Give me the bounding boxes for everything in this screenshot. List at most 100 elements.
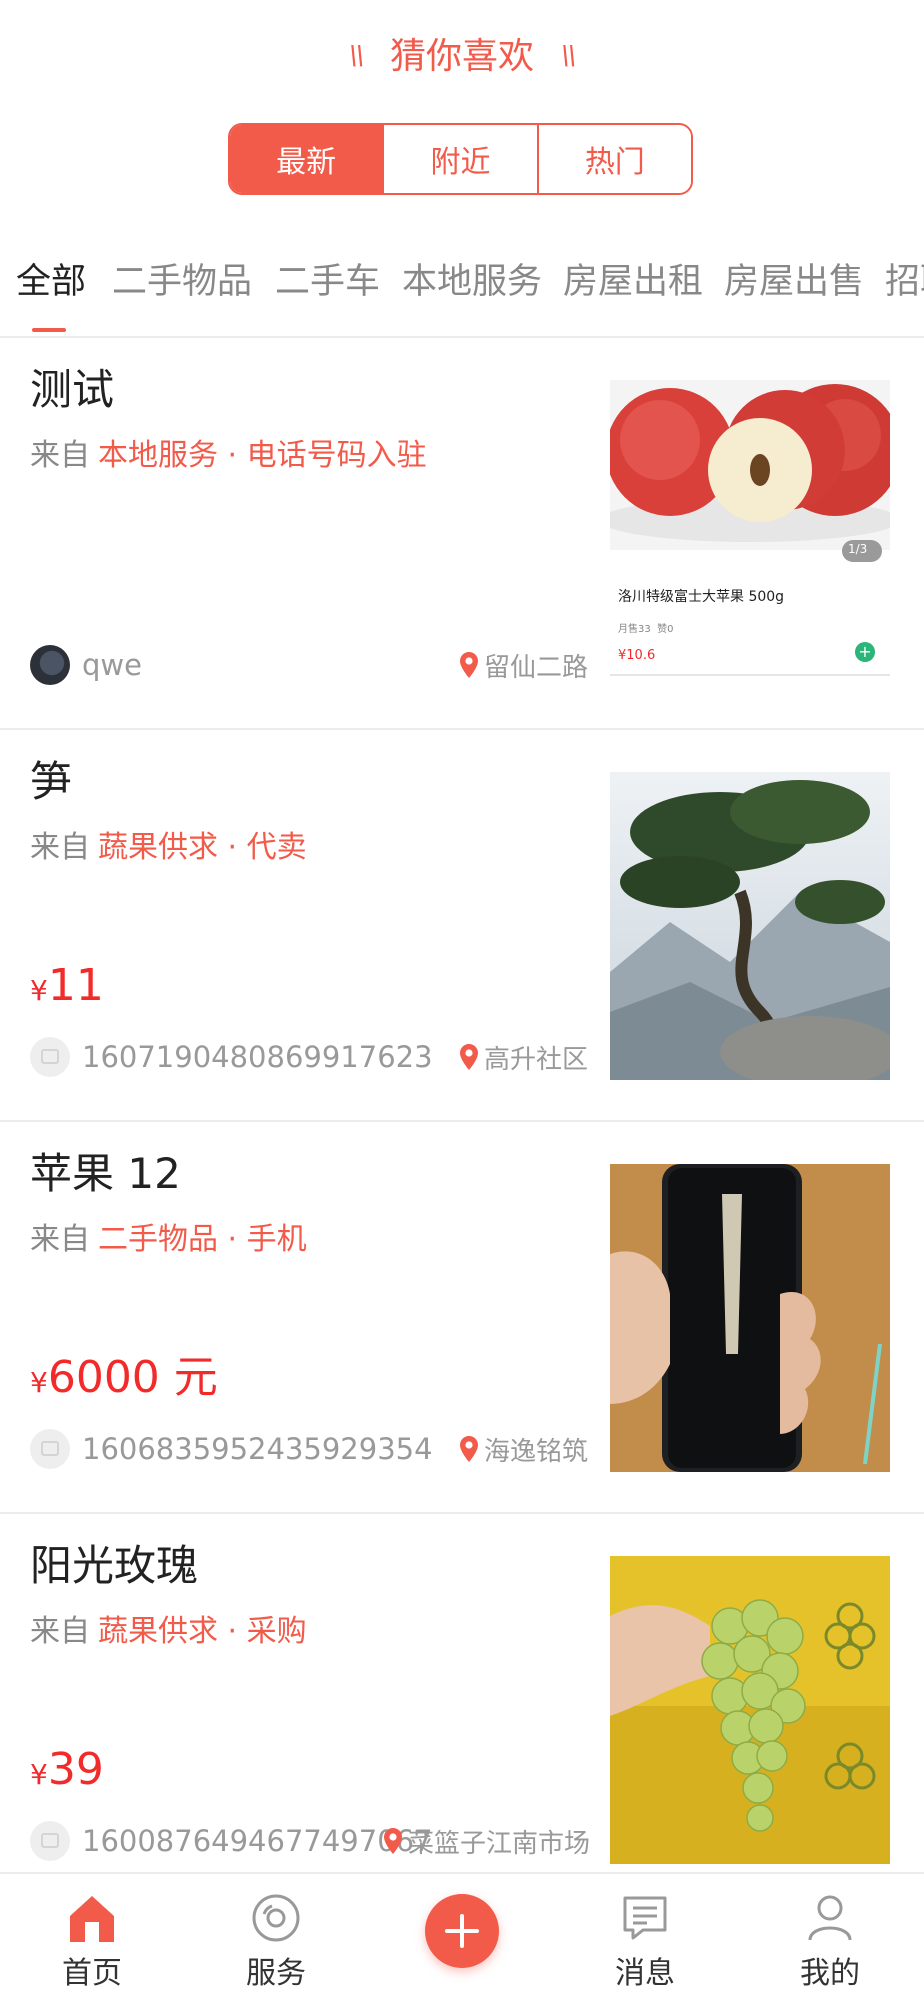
item-user: 1600876494677497067 — [30, 1816, 433, 1866]
source-prefix: 来自 — [30, 1222, 90, 1257]
avatar — [30, 1821, 70, 1861]
tab-label: 服务 — [246, 1956, 306, 1991]
product-meta: 月售33 赞0 — [618, 624, 674, 635]
item-user: 1606835952435929354 — [30, 1424, 433, 1474]
avatar — [30, 645, 70, 685]
publish-plus-button[interactable] — [425, 1894, 499, 1968]
location-text: 菜篮子江南市场 — [407, 1828, 590, 1859]
title-deco-right: \\ — [558, 41, 579, 71]
home-icon — [70, 1896, 114, 1942]
location-pin-icon — [459, 652, 478, 678]
location-pin-icon — [459, 1436, 478, 1462]
item-thumbnail[interactable] — [610, 1556, 890, 1864]
tab-home[interactable]: 首页 — [22, 1874, 162, 2002]
source-prefix: 来自 — [30, 830, 90, 865]
source-category: 二手物品 · 手机 — [98, 1222, 307, 1257]
category-tab-house-sale[interactable]: 房屋出售 — [724, 250, 864, 314]
item-thumbnail[interactable]: 1/3 洛川特级富士大苹果 500g 月售33 赞0 ¥10.6 + — [610, 380, 890, 688]
list-item[interactable]: 苹果 12 来自 二手物品 · 手机 ¥6000 元 16068359524359… — [0, 1124, 924, 1514]
item-location: 海逸铭筑 — [459, 1424, 588, 1474]
item-source: 来自 本地服务 · 电话号码入驻 — [30, 434, 427, 478]
apple-product-image — [610, 380, 890, 562]
item-location: 留仙二路 — [459, 640, 588, 690]
source-category: 蔬果供求 · 代卖 — [98, 830, 307, 865]
currency-symbol: ¥ — [30, 974, 48, 1007]
item-user: qwe — [30, 640, 142, 690]
tab-profile[interactable]: 我的 — [760, 1874, 900, 2002]
location-text: 海逸铭筑 — [483, 1436, 588, 1467]
item-thumbnail[interactable] — [610, 1164, 890, 1472]
divider — [0, 728, 924, 730]
service-icon — [252, 1894, 300, 1942]
add-to-cart-icon: + — [855, 642, 875, 662]
category-tab-local-service[interactable]: 本地服务 — [402, 250, 542, 314]
profile-icon — [808, 1895, 852, 1941]
tab-label: 我的 — [800, 1956, 860, 1991]
section-title-text: 猜你喜欢 — [389, 36, 534, 77]
section-title: \\ 猜你喜欢 \\ — [0, 30, 924, 83]
item-location: 菜篮子江南市场 — [383, 1816, 590, 1866]
currency-symbol: ¥ — [30, 1758, 48, 1791]
list-item[interactable]: 阳光玫瑰 来自 蔬果供求 · 采购 ¥39 1600876494677497067… — [0, 1516, 924, 1906]
sort-segmented-control: 最新 附近 热门 — [228, 123, 693, 195]
category-tab-house-rent[interactable]: 房屋出租 — [563, 250, 703, 314]
price-value: 39 — [47, 1744, 104, 1795]
item-title: 苹果 12 — [30, 1149, 181, 1198]
item-price: ¥39 — [30, 1738, 104, 1807]
category-tabs: 全部 二手物品 二手车 本地服务 房屋出租 房屋出售 招聘 — [0, 250, 924, 330]
category-tab-used-car[interactable]: 二手车 — [275, 250, 380, 314]
list-item[interactable]: 笋 来自 蔬果供求 · 代卖 ¥11 1607190480869917623 高升… — [0, 732, 924, 1122]
item-price: ¥11 — [30, 954, 104, 1023]
username: qwe — [82, 648, 142, 682]
bottom-tab-bar: 首页 服务 消息 我的 — [0, 1872, 924, 2002]
divider — [0, 1512, 924, 1514]
item-location: 高升社区 — [459, 1032, 588, 1082]
item-thumbnail[interactable] — [610, 772, 890, 1080]
tab-label: 消息 — [615, 1956, 675, 1991]
item-user: 1607190480869917623 — [30, 1032, 433, 1082]
message-icon — [623, 1896, 667, 1940]
tab-label: 首页 — [62, 1956, 122, 1991]
avatar — [30, 1037, 70, 1077]
price-value: 11 — [47, 960, 104, 1011]
avatar — [30, 1429, 70, 1469]
item-title: 笋 — [30, 757, 73, 806]
segment-nearby[interactable]: 附近 — [382, 125, 537, 193]
username: 1600876494677497067 — [82, 1824, 433, 1858]
pine-tree-image — [610, 772, 890, 1080]
location-text: 高升社区 — [483, 1044, 588, 1075]
source-category: 蔬果供求 · 采购 — [98, 1614, 307, 1649]
item-source: 来自 二手物品 · 手机 — [30, 1218, 307, 1262]
item-title: 阳光玫瑰 — [30, 1541, 199, 1590]
price-value: 6000 元 — [47, 1352, 218, 1403]
item-source: 来自 蔬果供求 · 代卖 — [30, 826, 307, 870]
product-price: ¥10.6 — [618, 648, 656, 663]
category-tab-all[interactable]: 全部 — [16, 250, 86, 314]
image-counter: 1/3 — [848, 542, 868, 556]
location-pin-icon — [459, 1044, 478, 1070]
tab-service[interactable]: 服务 — [206, 1874, 346, 2002]
segment-latest[interactable]: 最新 — [230, 125, 383, 193]
list-item[interactable]: 测试 来自 本地服务 · 电话号码入驻 qwe 留仙二路 1/3 洛川特级富士大苹… — [0, 340, 924, 730]
category-tab-jobs[interactable]: 招聘 — [885, 250, 924, 314]
item-title: 测试 — [30, 365, 115, 414]
source-prefix: 来自 — [30, 438, 90, 473]
category-tab-secondhand[interactable]: 二手物品 — [112, 250, 252, 314]
source-prefix: 来自 — [30, 1614, 90, 1649]
divider — [0, 1120, 924, 1122]
username: 1607190480869917623 — [82, 1040, 433, 1074]
divider — [610, 674, 890, 676]
item-price: ¥6000 元 — [30, 1346, 218, 1415]
location-pin-icon — [383, 1828, 402, 1854]
tab-message[interactable]: 消息 — [575, 1874, 715, 2002]
title-deco-left: \\ — [345, 41, 366, 71]
item-source: 来自 蔬果供求 · 采购 — [30, 1610, 307, 1654]
segment-popular[interactable]: 热门 — [536, 125, 691, 193]
product-name: 洛川特级富士大苹果 500g — [618, 589, 785, 605]
phone-in-hand-image — [610, 1164, 890, 1472]
source-category: 本地服务 · 电话号码入驻 — [98, 438, 427, 473]
grapes-image — [610, 1556, 890, 1864]
username: 1606835952435929354 — [82, 1432, 433, 1466]
location-text: 留仙二路 — [483, 652, 588, 683]
divider — [0, 336, 924, 338]
